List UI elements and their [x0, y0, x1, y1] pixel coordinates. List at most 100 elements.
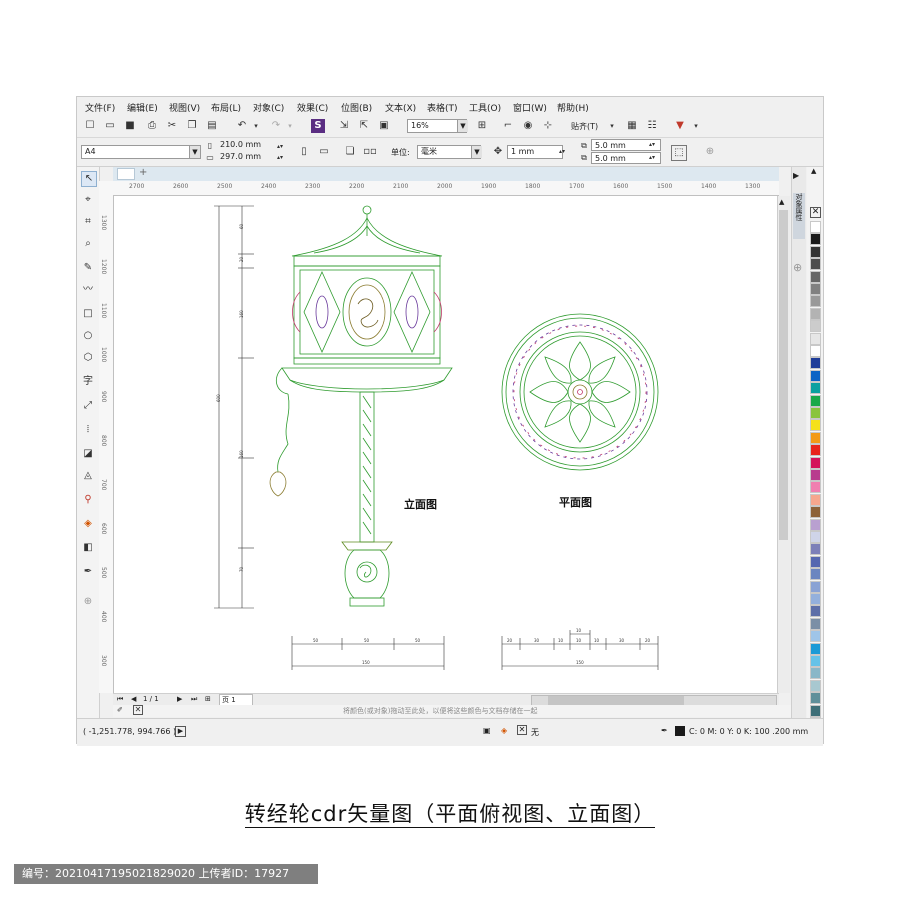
page-width-field[interactable]: 210.0 mm [217, 140, 275, 151]
prev-page-icon[interactable]: ◀ [131, 695, 136, 703]
text-tool-icon[interactable]: 字 [81, 375, 95, 389]
color-swatch[interactable] [810, 419, 821, 432]
color-swatch[interactable] [810, 630, 821, 643]
menu-object[interactable]: 对象(C) [253, 101, 284, 114]
shape-tool-icon[interactable]: ⌖ [81, 193, 95, 207]
grid-icon[interactable]: ◉ [521, 119, 535, 133]
color-swatch[interactable] [810, 531, 821, 543]
print-icon[interactable]: ⎙ [145, 119, 159, 133]
new-tab-icon[interactable]: + [139, 167, 147, 178]
color-swatch[interactable] [810, 320, 821, 333]
launcher-dropdown-icon[interactable]: ▾ [689, 119, 703, 133]
color-swatch[interactable] [810, 518, 821, 531]
color-swatch[interactable] [810, 258, 821, 271]
portrait-icon[interactable]: ▯ [297, 145, 311, 159]
open-icon[interactable]: ▭ [103, 119, 117, 133]
undo-icon[interactable]: ↶ [235, 119, 249, 133]
interactive-fill-icon[interactable]: ◈ [81, 517, 95, 531]
drawing-canvas[interactable]: 60 20 160 600 160 70 50 50 50 150 20 30 … [114, 196, 777, 693]
color-swatch[interactable] [810, 407, 821, 419]
color-swatch[interactable] [810, 345, 821, 357]
page-size-select[interactable]: A4 [81, 145, 201, 159]
page-size-dropdown-icon[interactable]: ▼ [189, 146, 200, 158]
status-arrow-icon[interactable]: ▶ [175, 726, 186, 737]
new-icon[interactable]: ☐ [83, 119, 97, 133]
search-content-icon[interactable]: S [311, 119, 325, 133]
menu-layout[interactable]: 布局(L) [211, 101, 241, 114]
add-page-icon[interactable]: ⊞ [205, 695, 211, 703]
palette-scroll-up-icon[interactable]: ▲ [811, 167, 816, 175]
nudge-spinner-icon[interactable]: ▴▾ [555, 145, 569, 159]
color-swatch[interactable] [810, 593, 821, 605]
paste-icon[interactable]: ▤ [205, 119, 219, 133]
color-swatch[interactable] [810, 580, 821, 593]
artistic-media-icon[interactable]: 〰 [81, 283, 95, 297]
vertical-ruler[interactable]: 1300 1200 1100 1000 900 800 700 600 500 … [99, 195, 114, 693]
zoom-dropdown-icon[interactable]: ▼ [457, 120, 468, 132]
color-swatch[interactable] [810, 481, 821, 494]
transparency-icon[interactable]: ◬ [81, 469, 95, 483]
no-fill-icon[interactable]: ✕ [133, 705, 143, 715]
first-page-icon[interactable]: ⏮ [117, 695, 123, 704]
snap-to-button[interactable]: 贴齐(T) [571, 121, 598, 132]
dup-y-spinner-icon[interactable]: ▴▾ [645, 151, 659, 165]
color-swatch[interactable] [810, 469, 821, 481]
color-swatch[interactable] [810, 506, 821, 519]
save-icon[interactable]: ■ [123, 119, 137, 133]
menu-view[interactable]: 视图(V) [169, 101, 200, 114]
publish-pdf-icon[interactable]: ▣ [377, 119, 391, 133]
color-swatch[interactable] [810, 679, 821, 692]
redo-icon[interactable]: ↷ [269, 119, 283, 133]
pick-tool-icon[interactable]: ↖ [81, 171, 97, 187]
document-tab[interactable] [117, 168, 135, 180]
scroll-up-icon[interactable]: ▲ [779, 198, 784, 206]
color-swatch[interactable] [810, 692, 821, 705]
menu-bitmaps[interactable]: 位图(B) [341, 101, 372, 114]
page-height-field[interactable]: 297.0 mm [217, 152, 275, 163]
freehand-tool-icon[interactable]: ✎ [81, 261, 95, 275]
units-dropdown-icon[interactable]: ▼ [471, 146, 482, 158]
snap-dropdown-icon[interactable]: ▾ [605, 119, 619, 133]
color-swatch[interactable] [810, 642, 821, 655]
zoom-tool-icon[interactable]: ⌕ [81, 237, 95, 251]
height-spinner-icon[interactable]: ▴▾ [273, 151, 287, 165]
menu-help[interactable]: 帮助(H) [557, 101, 589, 114]
docker-arrow-icon[interactable]: ▶ [793, 171, 799, 180]
guidelines-icon[interactable]: ⊹ [541, 119, 555, 133]
menu-effects[interactable]: 效果(C) [297, 101, 328, 114]
color-swatch[interactable] [810, 270, 821, 283]
color-swatch[interactable] [810, 655, 821, 667]
object-properties-tab[interactable]: 对象属性 [793, 193, 805, 239]
color-swatch[interactable] [810, 369, 821, 382]
menu-tools[interactable]: 工具(O) [469, 101, 501, 114]
application-launcher-icon[interactable]: ▼ [673, 119, 687, 133]
current-page-icon[interactable]: ▫▫ [363, 145, 377, 159]
menu-table[interactable]: 表格(T) [427, 101, 458, 114]
ellipse-tool-icon[interactable]: ○ [81, 329, 95, 343]
last-page-icon[interactable]: ⏭ [191, 695, 197, 704]
options-icon[interactable]: ☷ [645, 119, 659, 133]
dimension-tool-icon[interactable]: ⤢ [81, 399, 95, 413]
crop-tool-icon[interactable]: ⌗ [81, 215, 95, 229]
color-swatch[interactable] [810, 332, 821, 345]
add-toolbar-icon[interactable]: ⊕ [703, 145, 717, 159]
color-swatch[interactable] [810, 667, 821, 680]
vertical-scrollbar[interactable]: ▲ [777, 196, 790, 693]
drop-shadow-icon[interactable]: ◪ [81, 447, 95, 461]
color-swatch[interactable] [810, 543, 821, 556]
color-swatch[interactable] [810, 493, 821, 506]
vertical-scroll-thumb[interactable] [779, 210, 788, 540]
docker-add-icon[interactable]: ⊕ [793, 261, 802, 274]
add-tool-icon[interactable]: ⊕ [81, 595, 95, 609]
color-swatch[interactable] [810, 357, 821, 370]
color-swatch[interactable] [810, 444, 821, 457]
outline-pen-icon[interactable]: ✒ [81, 565, 95, 579]
rectangle-tool-icon[interactable]: □ [81, 307, 95, 321]
menu-edit[interactable]: 编辑(E) [127, 101, 158, 114]
connector-tool-icon[interactable]: ⦙ [81, 423, 95, 437]
copy-icon[interactable]: ❐ [185, 119, 199, 133]
horizontal-ruler[interactable]: 2700 2600 2500 2400 2300 2200 2100 2000 … [99, 181, 779, 196]
all-pages-icon[interactable]: ❏ [343, 145, 357, 159]
color-swatch[interactable] [810, 283, 821, 295]
no-color-swatch-icon[interactable]: ✕ [810, 207, 821, 218]
